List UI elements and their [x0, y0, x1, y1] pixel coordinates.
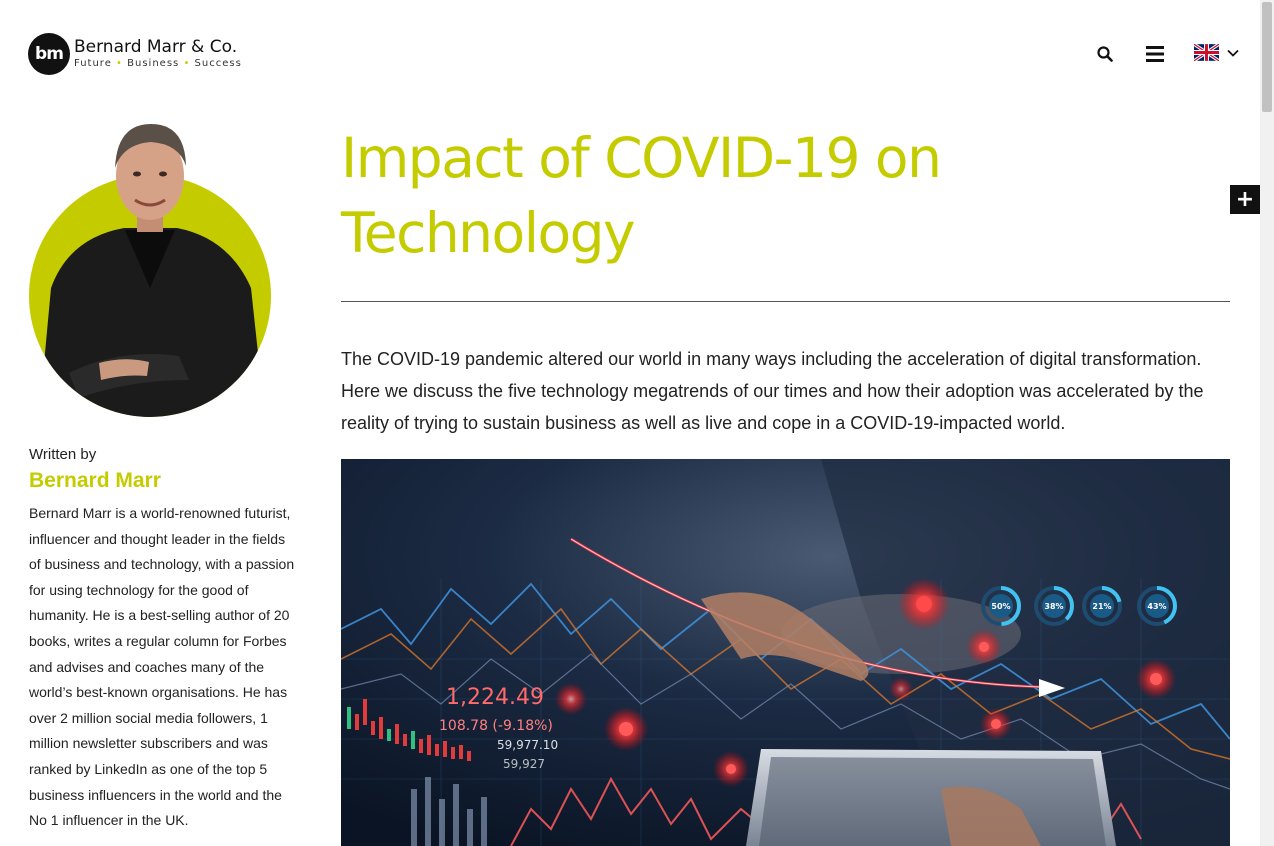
expand-plus-button[interactable]: + [1230, 185, 1260, 214]
tagline-dot: • [183, 58, 191, 69]
article-title: Impact of COVID-19 on Technology [341, 126, 942, 265]
article-intro: The COVID-19 pandemic altered our world … [341, 349, 1204, 433]
language-selector[interactable] [1194, 44, 1239, 61]
gauge-label: 21% [1092, 602, 1111, 611]
chevron-down-icon [1227, 49, 1239, 57]
logo-tagline: Future • Business • Success [74, 59, 242, 69]
scrollbar-thumb[interactable] [1262, 2, 1272, 112]
gauge-label: 38% [1044, 602, 1063, 611]
logo-text: Bernard Marr & Co. Future • Business • S… [74, 39, 242, 69]
tagline-word: Success [194, 58, 242, 69]
hero-big-number: 1,224.49 [446, 685, 544, 710]
logo-name: Bernard Marr & Co. [74, 37, 238, 57]
tagline-word: Business [127, 58, 180, 69]
author-bio: Bernard Marr is a world-renowned futuris… [29, 505, 295, 829]
written-by-label: Written by [29, 446, 97, 463]
gauge-label: 43% [1147, 602, 1166, 611]
tagline-dot: • [116, 58, 123, 69]
hero-small-number-2: 59,927 [503, 757, 545, 771]
title-divider [341, 301, 1230, 302]
hero-small-number-1: 59,977.10 [497, 738, 558, 752]
hero-image: 50% 38% 21% 43% 1,224.49 108.78 (-9.18%)… [341, 459, 1230, 846]
logo-mark: bm [28, 33, 70, 75]
author-name-link[interactable]: Bernard Marr [29, 469, 161, 493]
scrollbar[interactable] [1260, 0, 1274, 846]
tagline-word: Future [74, 58, 112, 69]
hamburger-menu-icon[interactable] [1143, 42, 1167, 66]
site-logo[interactable]: bm Bernard Marr & Co. Future • Business … [28, 33, 242, 75]
uk-flag-icon [1194, 44, 1219, 61]
hero-change: 108.78 (-9.18%) [439, 718, 553, 734]
search-icon[interactable] [1093, 42, 1117, 66]
author-photo [29, 124, 271, 417]
gauge-label: 50% [991, 602, 1010, 611]
